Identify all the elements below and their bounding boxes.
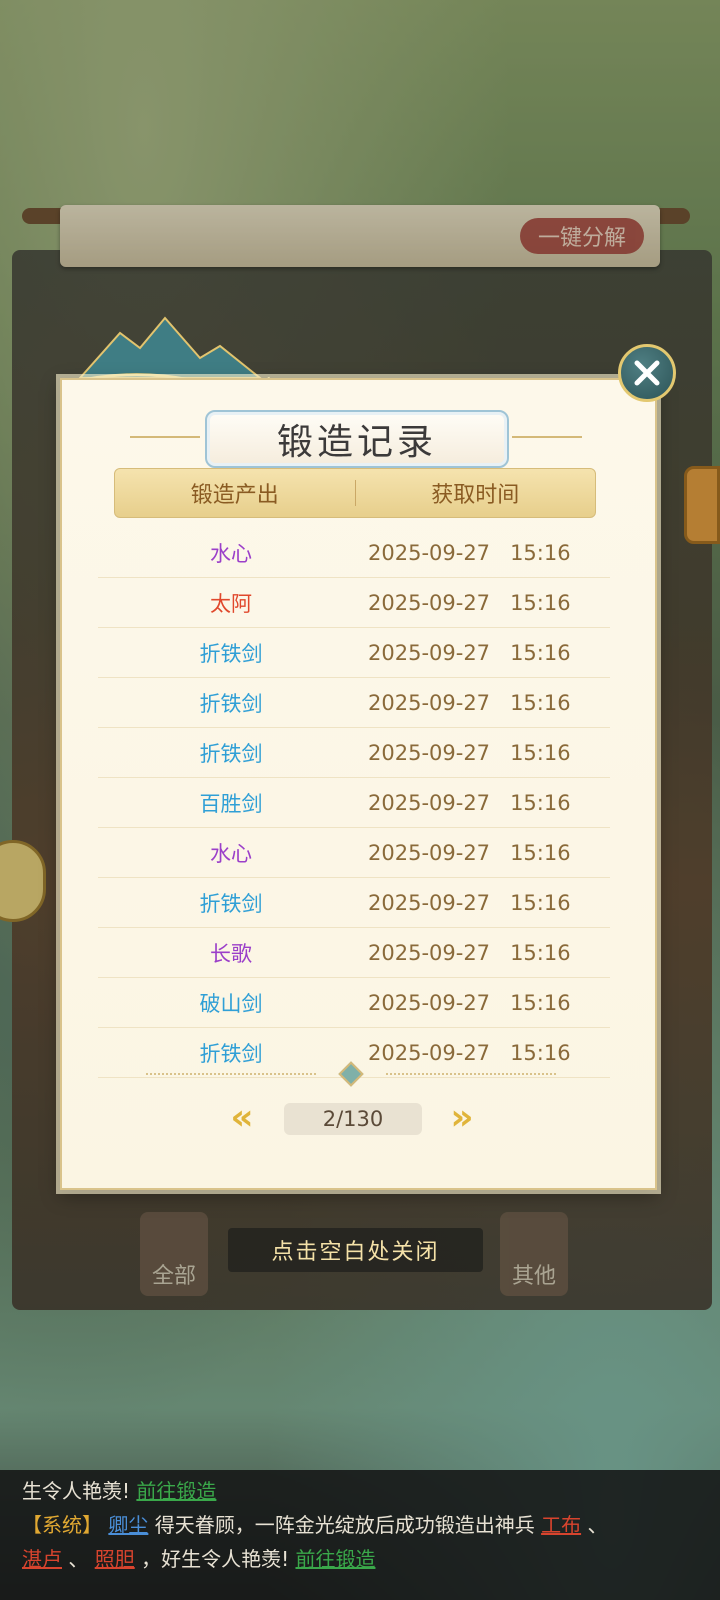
table-row: 折铁剑 2025-09-27 15:16 bbox=[98, 678, 610, 728]
item-name: 折铁剑 bbox=[199, 1041, 263, 1066]
item-name: 折铁剑 bbox=[199, 891, 263, 916]
dialog-title: 锻造记录 bbox=[205, 410, 509, 468]
goto-forge-link[interactable]: 前往锻造 bbox=[136, 1479, 216, 1503]
prev-page-button[interactable]: « bbox=[222, 1100, 262, 1136]
obtain-time: 2025-09-27 15:16 bbox=[368, 1040, 571, 1065]
close-icon bbox=[634, 360, 660, 386]
chat-message: 得天眷顾，一阵金光绽放后成功锻造出神兵 bbox=[154, 1513, 535, 1537]
obtain-time: 2025-09-27 15:16 bbox=[368, 790, 571, 815]
chat-line-1: 生令人艳羡! 前往锻造 bbox=[22, 1474, 698, 1508]
table-row: 水心 2025-09-27 15:16 bbox=[98, 828, 610, 878]
obtain-time: 2025-09-27 15:16 bbox=[368, 990, 571, 1015]
table-row: 折铁剑 2025-09-27 15:16 bbox=[98, 728, 610, 778]
table-row: 折铁剑 2025-09-27 15:16 bbox=[98, 628, 610, 678]
item-name: 水心 bbox=[210, 541, 252, 566]
item-name: 折铁剑 bbox=[199, 691, 263, 716]
tap-blank-to-close-hint: 点击空白处关闭 bbox=[228, 1228, 483, 1272]
item-name: 折铁剑 bbox=[199, 741, 263, 766]
item-name: 水心 bbox=[210, 841, 252, 866]
title-ornament-right bbox=[512, 436, 582, 438]
chat-separator: 、 bbox=[587, 1513, 608, 1537]
table-row: 太阿 2025-09-27 15:16 bbox=[98, 578, 610, 628]
obtain-time: 2025-09-27 15:16 bbox=[368, 890, 571, 915]
goto-forge-link[interactable]: 前往锻造 bbox=[295, 1547, 375, 1571]
obtain-time: 2025-09-27 15:16 bbox=[368, 940, 571, 965]
divider-right bbox=[386, 1073, 556, 1075]
record-list[interactable]: 水心 2025-09-27 15:16 太阿 2025-09-27 15:16 折铁… bbox=[98, 528, 610, 1078]
table-row: 长歌 2025-09-27 15:16 bbox=[98, 928, 610, 978]
mountain-decoration-icon bbox=[70, 316, 270, 387]
table-row: 折铁剑 2025-09-27 15:16 bbox=[98, 878, 610, 928]
page-indicator: 2/130 bbox=[284, 1103, 422, 1135]
table-row: 水心 2025-09-27 15:16 bbox=[98, 528, 610, 578]
item-link[interactable]: 照胆 bbox=[95, 1547, 135, 1571]
obtain-time: 2025-09-27 15:16 bbox=[368, 640, 571, 665]
player-name-link[interactable]: 卿尘 bbox=[108, 1513, 148, 1537]
chat-text: 生令人艳羡! bbox=[22, 1479, 131, 1503]
obtain-time: 2025-09-27 15:16 bbox=[368, 690, 571, 715]
item-name: 长歌 bbox=[210, 941, 252, 966]
column-header-output: 锻造产出 bbox=[190, 483, 279, 508]
chat-separator: 、 bbox=[68, 1547, 89, 1571]
chat-line-2: 【系统】 卿尘 得天眷顾，一阵金光绽放后成功锻造出神兵 工布 、 bbox=[22, 1508, 698, 1542]
title-ornament-left bbox=[130, 436, 200, 438]
table-header: 锻造产出 获取时间 bbox=[114, 468, 596, 518]
item-name: 百胜剑 bbox=[199, 791, 263, 816]
obtain-time: 2025-09-27 15:16 bbox=[368, 590, 571, 615]
divider-left bbox=[146, 1073, 316, 1075]
table-row: 破山剑 2025-09-27 15:16 bbox=[98, 978, 610, 1028]
obtain-time: 2025-09-27 15:16 bbox=[368, 540, 571, 565]
item-link[interactable]: 工布 bbox=[541, 1513, 581, 1537]
item-name: 太阿 bbox=[210, 591, 252, 616]
chat-line-3: 湛卢 、 照胆 ，好生令人艳羡! 前往锻造 bbox=[22, 1542, 698, 1576]
system-tag: 【系统】 bbox=[22, 1513, 102, 1537]
system-chat-panel[interactable]: 生令人艳羡! 前往锻造 【系统】 卿尘 得天眷顾，一阵金光绽放后成功锻造出神兵 … bbox=[0, 1470, 720, 1600]
next-page-button[interactable]: » bbox=[442, 1100, 482, 1136]
close-button[interactable] bbox=[618, 344, 676, 402]
column-header-time: 获取时间 bbox=[431, 483, 520, 508]
chat-message-end: ，好生令人艳羡! bbox=[141, 1547, 290, 1571]
item-link[interactable]: 湛卢 bbox=[22, 1547, 62, 1571]
table-row: 百胜剑 2025-09-27 15:16 bbox=[98, 778, 610, 828]
item-name: 破山剑 bbox=[199, 991, 263, 1016]
obtain-time: 2025-09-27 15:16 bbox=[368, 740, 571, 765]
item-name: 折铁剑 bbox=[199, 641, 263, 666]
obtain-time: 2025-09-27 15:16 bbox=[368, 840, 571, 865]
